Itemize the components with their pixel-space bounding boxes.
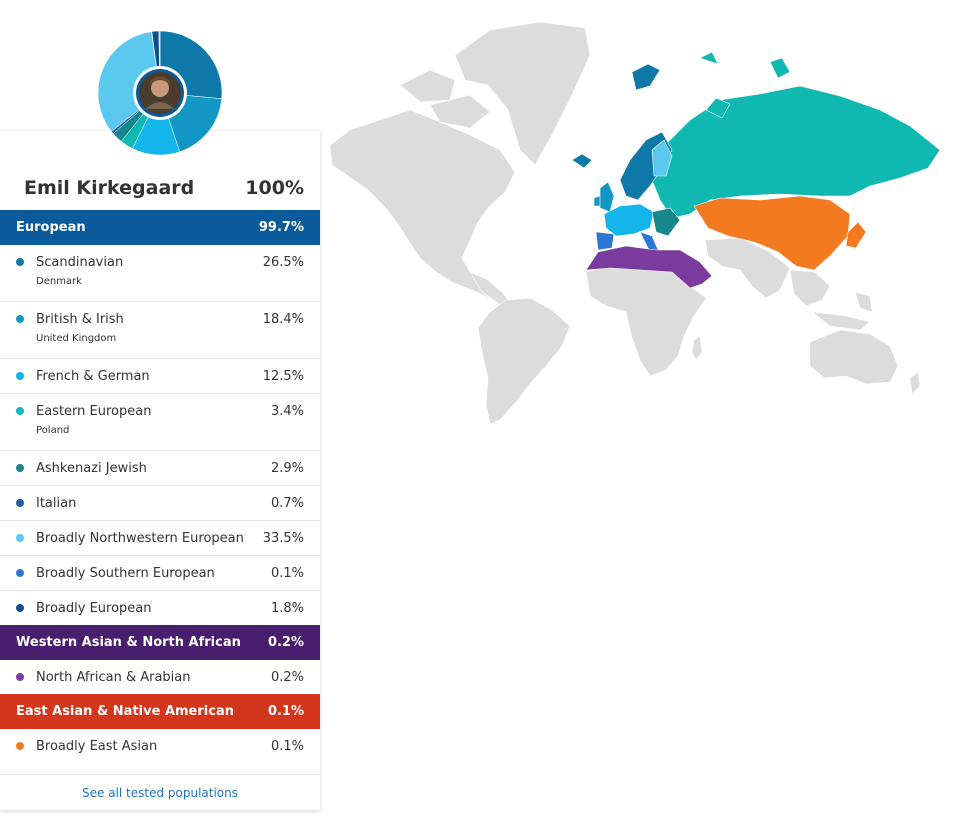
see-all-link[interactable]: See all tested populations [0,774,320,810]
population-percent: 0.1% [270,565,304,581]
population-subregion: United Kingdom [36,333,117,344]
population-percent: 0.2% [270,669,304,685]
population-percent: 0.7% [270,495,304,511]
category-label: East Asian & Native American [16,704,234,719]
color-dot-icon [16,569,24,577]
australia-region [809,329,899,385]
population-label: Broadly East Asian [36,738,158,754]
south-america-region [477,297,571,425]
color-dot-icon [16,604,24,612]
france-germany-region [603,203,655,237]
population-row[interactable]: French & German 12.5% [0,359,320,394]
population-label: Broadly European [36,600,152,616]
population-row[interactable]: Scandinavian 26.5% Denmark [0,245,320,302]
population-label: Ashkenazi Jewish [36,460,147,476]
population-subregion: Poland [36,425,70,436]
population-percent: 12.5% [262,368,304,384]
new-zealand-region [909,371,921,395]
color-dot-icon [16,742,24,750]
population-percent: 18.4% [262,311,304,327]
population-percent: 2.9% [270,460,304,476]
population-label: Eastern European [36,403,152,419]
card-header: Emil Kirkegaard 100% [0,167,320,209]
population-row[interactable]: British & Irish 18.4% United Kingdom [0,302,320,359]
category-header[interactable]: Western Asian & North African 0.2% [0,625,320,660]
ancestry-card: Emil Kirkegaard 100% European 99.7% Scandi… [0,131,320,810]
madagascar-region [691,335,703,361]
color-dot-icon [16,534,24,542]
population-percent: 0.1% [270,738,304,754]
population-row[interactable]: Ashkenazi Jewish 2.9% [0,451,320,486]
population-label: Broadly Southern European [36,565,215,581]
color-dot-icon [16,258,24,266]
population-label: French & German [36,368,150,384]
population-row[interactable]: Eastern European 3.4% Poland [0,394,320,451]
population-row[interactable]: North African & Arabian 0.2% [0,660,320,694]
population-row[interactable]: Broadly Northwestern European 33.5% [0,521,320,556]
population-percent: 33.5% [262,530,304,546]
population-row[interactable]: Broadly European 1.8% [0,591,320,625]
category-percent: 0.1% [267,704,304,719]
iceland-region [571,153,593,169]
population-label: British & Irish [36,311,124,327]
color-dot-icon [16,407,24,415]
north-america-region [329,109,516,299]
category-header[interactable]: East Asian & Native American 0.1% [0,694,320,729]
color-dot-icon [16,499,24,507]
category-label: European [16,220,86,235]
ancestry-list: European 99.7% Scandinavian 26.5% Denmark Bri… [0,210,320,763]
ancestry-donut [92,25,228,161]
population-label: Italian [36,495,77,511]
profile-total: 100% [245,177,304,199]
population-row[interactable]: Broadly Southern European 0.1% [0,556,320,591]
population-percent: 3.4% [270,403,304,419]
population-row[interactable]: Broadly East Asian 0.1% [0,729,320,763]
southeast-asia-region [789,269,873,331]
avatar [139,72,181,114]
population-label: Scandinavian [36,254,124,270]
color-dot-icon [16,464,24,472]
population-percent: 26.5% [262,254,304,270]
world-map [329,21,941,425]
color-dot-icon [16,315,24,323]
population-label: Broadly Northwestern European [36,530,244,546]
category-label: Western Asian & North African [16,635,241,650]
color-dot-icon [16,673,24,681]
category-percent: 0.2% [267,635,304,650]
population-row[interactable]: Italian 0.7% [0,486,320,521]
british-isles-region [593,181,615,213]
category-header[interactable]: European 99.7% [0,210,320,245]
population-percent: 1.8% [270,600,304,616]
category-percent: 99.7% [258,220,304,235]
population-subregion: Denmark [36,276,82,287]
profile-name: Emil Kirkegaard [24,177,195,199]
svalbard-region [631,63,661,91]
population-label: North African & Arabian [36,669,191,685]
color-dot-icon [16,372,24,380]
